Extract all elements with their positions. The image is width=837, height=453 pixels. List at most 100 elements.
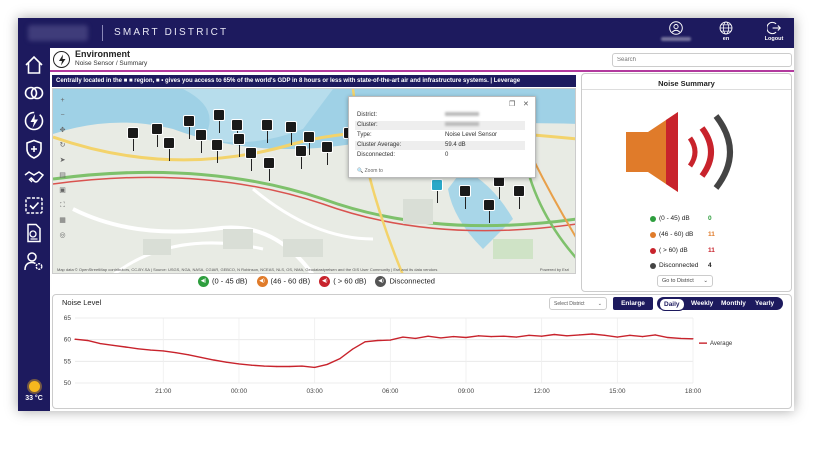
news-ticker: Centrally located in the ■ ■ region, ■ •…: [52, 75, 576, 87]
data-point: [162, 350, 164, 352]
noise-level-chart: 50 55 60 65 21:00 00:00 03:00 06:00 09:00 12:00 15…: [64, 315, 733, 395]
rotate-tool-icon[interactable]: ↻: [58, 141, 67, 150]
user-menu[interactable]: [658, 21, 694, 41]
sensor-marker-selected[interactable]: [431, 179, 443, 203]
district-value: [445, 112, 479, 118]
y-tick-label: 55: [64, 358, 72, 365]
user-settings-icon[interactable]: [23, 250, 45, 272]
data-point: [616, 336, 618, 338]
data-point: [477, 335, 480, 337]
sensor-marker[interactable]: [285, 121, 297, 145]
data-point: [629, 334, 631, 336]
series-line-average: [74, 333, 694, 369]
zoom-in-button[interactable]: +: [58, 96, 67, 105]
popup-close-icon[interactable]: ✕: [523, 100, 529, 108]
sensor-marker[interactable]: [303, 131, 315, 155]
page-title: Environment: [75, 49, 131, 59]
layers-tool-icon[interactable]: ▤: [58, 171, 67, 180]
popup-dock-icon[interactable]: ❐: [509, 100, 515, 108]
data-point: [87, 339, 89, 342]
sensor-marker[interactable]: [127, 127, 139, 151]
data-point: [74, 338, 76, 340]
sound-icon: ◀): [375, 276, 387, 287]
sensor-marker[interactable]: [213, 109, 225, 133]
language-menu[interactable]: en: [708, 21, 744, 42]
period-daily[interactable]: Daily: [659, 298, 685, 311]
data-point: [187, 354, 190, 356]
data-point: [377, 339, 379, 342]
data-point: [124, 346, 127, 348]
home-icon[interactable]: [23, 54, 45, 76]
cluster-value: [445, 122, 479, 128]
sensor-marker[interactable]: [295, 145, 307, 169]
compass-icon[interactable]: ➤: [58, 156, 67, 165]
checklist-board-icon[interactable]: [23, 194, 45, 216]
sensor-marker[interactable]: [163, 137, 175, 161]
enlarge-button[interactable]: Enlarge: [613, 297, 653, 310]
select-tool-icon[interactable]: ▣: [58, 186, 67, 195]
locate-tool-icon[interactable]: ◎: [58, 231, 67, 240]
legend-item-low: ◀) (0 - 45 dB): [198, 276, 247, 287]
document-icon[interactable]: [23, 222, 45, 244]
data-point: [314, 366, 316, 368]
environment-icon: [53, 51, 70, 68]
status-dot: [650, 232, 656, 238]
sensor-marker[interactable]: [263, 157, 275, 181]
data-point: [692, 338, 694, 340]
search-input[interactable]: [612, 53, 792, 67]
data-point: [578, 334, 581, 336]
logout-button[interactable]: Logout: [756, 21, 792, 42]
go-to-district-select[interactable]: Go to District ⌄: [657, 275, 713, 287]
sensor-marker[interactable]: [321, 141, 333, 165]
pan-tool-icon[interactable]: ✥: [58, 126, 67, 135]
data-point: [553, 333, 555, 336]
energy-icon[interactable]: [23, 110, 45, 132]
security-shield-icon[interactable]: [23, 138, 45, 160]
integration-icon[interactable]: [23, 82, 45, 104]
summary-row-low: (0 - 45) dB 0: [650, 215, 760, 225]
map-attribution-right: Powered by Esri: [539, 267, 569, 272]
data-point: [452, 336, 454, 338]
data-point: [200, 356, 202, 359]
data-point: [225, 361, 227, 363]
sensor-marker[interactable]: [151, 123, 163, 147]
x-tick-label: 18:00: [685, 388, 702, 395]
sensor-marker[interactable]: [513, 185, 525, 209]
data-point: [440, 337, 442, 339]
status-dot: [650, 216, 656, 222]
language-label: en: [722, 36, 730, 42]
sensor-marker[interactable]: [459, 185, 471, 209]
noise-level-card: Noise Level Select District ⌄ Enlarge Da…: [52, 294, 792, 409]
sensor-marker[interactable]: [261, 119, 273, 143]
sensor-marker[interactable]: [231, 119, 243, 143]
select-district-dropdown[interactable]: Select District ⌄: [549, 297, 607, 310]
grid-tool-icon[interactable]: ▦: [58, 216, 67, 225]
data-point: [604, 334, 606, 336]
noise-level-title: Noise Level: [62, 298, 102, 307]
x-tick-label: 06:00: [382, 388, 399, 395]
x-tick-label: 09:00: [458, 388, 475, 395]
sensor-marker[interactable]: [483, 199, 495, 223]
zoom-to-link[interactable]: 🔍 Zoom to: [357, 168, 383, 174]
period-weekly[interactable]: Weekly: [691, 297, 713, 310]
zoom-out-button[interactable]: −: [58, 111, 67, 120]
fullscreen-tool-icon[interactable]: ⛶: [58, 201, 67, 210]
legend-item-high: ◀)( > 60 dB): [319, 276, 366, 287]
x-tick-label: 12:00: [534, 388, 551, 395]
company-logo[interactable]: [28, 25, 88, 41]
period-monthly[interactable]: Monthly: [721, 297, 746, 310]
sensor-marker[interactable]: [195, 129, 207, 153]
sensor-marker[interactable]: [233, 133, 245, 157]
data-point: [414, 337, 417, 339]
data-point: [112, 344, 114, 346]
data-point: [490, 336, 492, 338]
sensor-marker[interactable]: [211, 139, 223, 163]
map-toolbar: + − ✥ ↻ ➤ ▤ ▣ ⛶ ▦ ◎: [58, 96, 68, 246]
breadcrumb[interactable]: Noise Sensor / Summary: [75, 60, 147, 67]
sensor-marker[interactable]: [183, 115, 195, 139]
handshake-icon[interactable]: [23, 166, 45, 188]
period-toggle: Daily Weekly Monthly Yearly: [657, 297, 783, 311]
period-yearly[interactable]: Yearly: [755, 297, 774, 310]
sensor-map[interactable]: + − ✥ ↻ ➤ ▤ ▣ ⛶ ▦ ◎ ❐ ✕ District: Cluste…: [52, 88, 576, 274]
sensor-marker[interactable]: [245, 147, 257, 171]
